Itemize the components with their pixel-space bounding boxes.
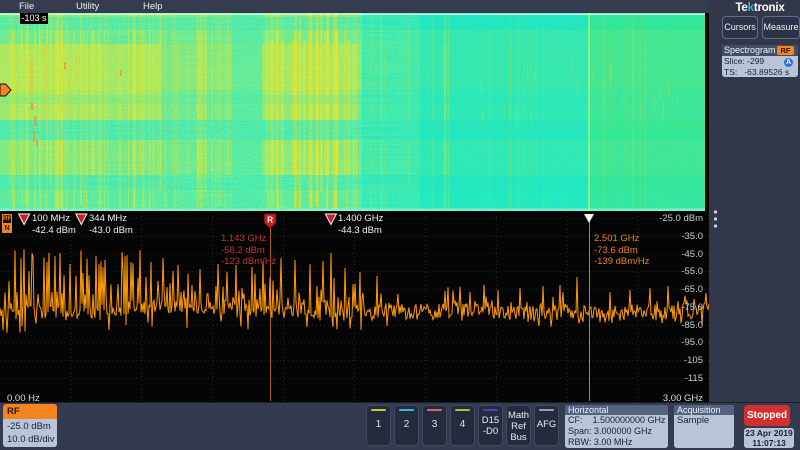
svg-text:R: R [267,216,273,225]
